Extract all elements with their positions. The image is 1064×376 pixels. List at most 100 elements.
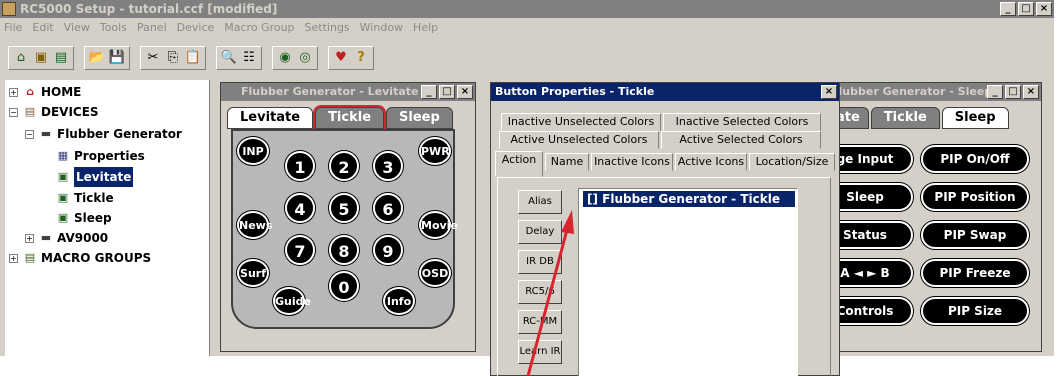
expand-icon[interactable]: +	[25, 233, 34, 243]
tab-active-icons[interactable]: Active Icons	[675, 153, 747, 171]
learn-ir-button[interactable]: Learn IR	[518, 340, 562, 364]
info-button[interactable]: Info	[383, 287, 415, 315]
close-button[interactable]: ×	[1036, 2, 1052, 16]
digit-7-button[interactable]: 7	[285, 235, 315, 265]
menu-tools[interactable]: Tools	[100, 21, 127, 34]
digit-5-button[interactable]: 5	[329, 193, 359, 223]
tab-name[interactable]: Name	[545, 153, 589, 171]
tree-item-home[interactable]: + ⌂ HOME	[9, 82, 81, 102]
panel-icon: ▣	[57, 191, 69, 204]
action-list-item[interactable]: [] Flubber Generator - Tickle	[583, 191, 795, 207]
pip-position-button[interactable]: PIP Position	[921, 183, 1029, 211]
sleep-window-title-bar[interactable]: Flubber Generator - Sleep _ □ ×	[827, 83, 1041, 101]
collapse-icon[interactable]: −	[9, 107, 18, 117]
tree-item-sleep[interactable]: ▣ Sleep	[55, 208, 112, 228]
close-button[interactable]: ×	[1023, 85, 1039, 99]
digit-3-button[interactable]: 3	[373, 151, 403, 181]
collapse-icon[interactable]: −	[25, 129, 34, 139]
tab-location-size[interactable]: Location/Size	[749, 153, 835, 171]
tab-tickle[interactable]: Tickle	[313, 105, 387, 131]
pip-freeze-button[interactable]: PIP Freeze	[921, 259, 1029, 287]
save-icon[interactable]: 💾	[108, 49, 126, 67]
digit-0-button[interactable]: 0	[329, 271, 359, 301]
minimize-button[interactable]: _	[421, 85, 437, 99]
surf-button[interactable]: Surf	[237, 259, 269, 287]
levitate-window-title-bar[interactable]: Flubber Generator - Levitate _ □ ×	[221, 83, 475, 101]
properties-icon[interactable]: ☷	[240, 49, 258, 67]
minimize-button[interactable]: _	[1000, 2, 1016, 16]
rc-mm-button[interactable]: RC-MM	[518, 310, 562, 334]
help-icon[interactable]: ?	[352, 49, 370, 67]
digit-8-button[interactable]: 8	[329, 235, 359, 265]
send-icon[interactable]: ◉	[276, 49, 294, 67]
tree-item-devices[interactable]: − ▤ DEVICES	[9, 102, 99, 122]
tab-sleep[interactable]: Sleep	[941, 107, 1009, 129]
cut-icon[interactable]: ✂	[144, 49, 162, 67]
receive-icon[interactable]: ◎	[296, 49, 314, 67]
osd-button[interactable]: OSD	[419, 259, 451, 287]
tab-action[interactable]: Action	[495, 151, 543, 177]
tree-item-properties[interactable]: ▦ Properties	[55, 146, 145, 166]
tab-inactive-icons[interactable]: Inactive Icons	[591, 153, 673, 171]
expand-icon[interactable]: +	[9, 87, 18, 97]
house-icon[interactable]: ⌂	[12, 49, 30, 67]
menu-file[interactable]: File	[4, 21, 22, 34]
device-icon[interactable]: ▣	[32, 49, 50, 67]
tab-sleep[interactable]: Sleep	[386, 107, 453, 129]
title-bar[interactable]: RC5000 Setup - tutorial.ccf [modified] _…	[0, 0, 1054, 18]
menu-panel[interactable]: Panel	[137, 21, 167, 34]
pip-on-off-button[interactable]: PIP On/Off	[921, 145, 1029, 173]
delay-button[interactable]: Delay	[518, 220, 562, 244]
menu-edit[interactable]: Edit	[32, 21, 53, 34]
tree-item-label: HOME	[41, 85, 82, 99]
menu-settings[interactable]: Settings	[305, 21, 350, 34]
open-folder-icon[interactable]: 📂	[88, 49, 106, 67]
digit-4-button[interactable]: 4	[285, 193, 315, 223]
menu-view[interactable]: View	[64, 21, 90, 34]
macro-icon[interactable]: ▤	[52, 49, 70, 67]
news-button[interactable]: News	[237, 211, 272, 239]
dialog-title-bar[interactable]: Button Properties - Tickle ×	[491, 83, 839, 101]
close-button[interactable]: ×	[821, 85, 837, 99]
digit-1-button[interactable]: 1	[285, 151, 315, 181]
maximize-button[interactable]: □	[1018, 2, 1034, 16]
find-icon[interactable]: 🔍	[220, 49, 238, 67]
tree-item-levitate[interactable]: ▣ Levitate	[55, 167, 134, 187]
ir-db-button[interactable]: IR DB	[518, 250, 562, 274]
menu-window[interactable]: Window	[360, 21, 403, 34]
maximize-button[interactable]: □	[439, 85, 455, 99]
tree-item-macro-groups[interactable]: + ▤ MACRO GROUPS	[9, 248, 151, 268]
menu-help[interactable]: Help	[413, 21, 438, 34]
tree-item-flubber-generator[interactable]: − ▬ Flubber Generator	[25, 124, 182, 144]
inp-button[interactable]: INP	[237, 137, 269, 165]
digit-9-button[interactable]: 9	[373, 235, 403, 265]
close-button[interactable]: ×	[457, 85, 473, 99]
rc5-6-button[interactable]: RC5/6	[518, 280, 562, 304]
tab-active-unselected-colors[interactable]: Active Unselected Colors	[499, 131, 659, 149]
menu-device[interactable]: Device	[177, 21, 215, 34]
action-list[interactable]: [] Flubber Generator - Tickle	[578, 188, 798, 376]
tab-levitate[interactable]: Levitate	[227, 107, 314, 129]
digit-2-button[interactable]: 2	[329, 151, 359, 181]
movie-button[interactable]: Movie	[419, 211, 458, 239]
minimize-button[interactable]: _	[987, 85, 1003, 99]
maximize-button[interactable]: □	[1005, 85, 1021, 99]
menu-macro-group[interactable]: Macro Group	[224, 21, 294, 34]
tree-item-av9000[interactable]: + ▬ AV9000	[25, 228, 108, 248]
pip-swap-button[interactable]: PIP Swap	[921, 221, 1029, 249]
tab-active-selected-colors[interactable]: Active Selected Colors	[661, 131, 821, 149]
pwr-button[interactable]: PWR	[419, 137, 451, 165]
paste-icon[interactable]: 📋	[184, 49, 202, 67]
tree-item-label: AV9000	[57, 231, 109, 245]
tab-inactive-unselected-colors[interactable]: Inactive Unselected Colors	[501, 113, 661, 131]
emulate-icon[interactable]: ♥	[332, 49, 350, 67]
copy-icon[interactable]: ⎘	[164, 49, 182, 67]
expand-icon[interactable]: +	[9, 253, 18, 263]
tree-item-tickle[interactable]: ▣ Tickle	[55, 188, 114, 208]
tab-tickle[interactable]: Tickle	[870, 107, 940, 129]
digit-6-button[interactable]: 6	[373, 193, 403, 223]
pip-size-button[interactable]: PIP Size	[921, 297, 1029, 325]
tab-inactive-selected-colors[interactable]: Inactive Selected Colors	[663, 113, 821, 131]
guide-button[interactable]: Guide	[273, 287, 311, 315]
alias-button[interactable]: Alias	[518, 190, 562, 214]
